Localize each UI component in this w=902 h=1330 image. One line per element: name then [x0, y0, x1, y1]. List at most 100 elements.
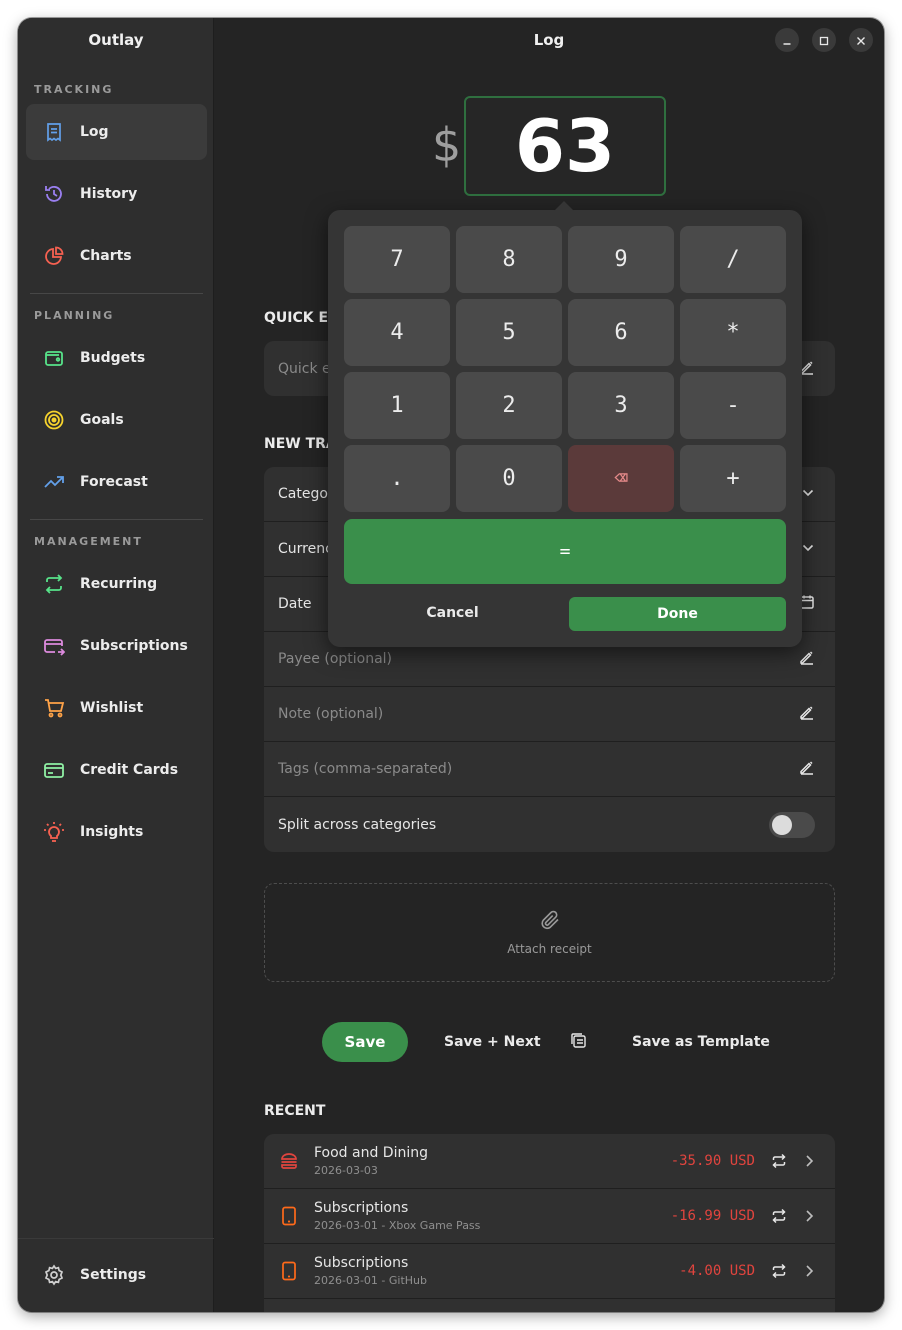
save-next-button[interactable]: Save + Next [444, 1022, 541, 1062]
template-icon-button[interactable] [570, 1022, 587, 1062]
sidebar-item-credit-cards[interactable]: Credit Cards [26, 742, 207, 798]
key-6[interactable]: 6 [568, 299, 674, 366]
cancel-button[interactable]: Cancel [344, 596, 561, 630]
key-divide[interactable]: / [680, 226, 786, 293]
repeat-icon[interactable] [771, 1153, 787, 1169]
list-item[interactable]: Food and Dining 2026-03-03 -35.90 USD [264, 1134, 835, 1189]
paperclip-icon [538, 908, 562, 936]
date-label: Date [278, 596, 312, 612]
main-content: Log $ 63 QUICK EN Quick e NEW TRA Catego… [214, 18, 884, 1312]
sidebar: Outlay TRACKING Log History Charts PLANN… [18, 18, 214, 1312]
maximize-icon [819, 31, 829, 50]
sidebar-title: Outlay [88, 31, 144, 49]
recent-amount: -35.90 USD [670, 1153, 755, 1169]
split-toggle[interactable] [769, 811, 815, 838]
sidebar-item-settings[interactable]: Settings [26, 1247, 207, 1303]
amount-display[interactable]: 63 [464, 96, 666, 196]
key-7[interactable]: 7 [344, 226, 450, 293]
save-button[interactable]: Save [322, 1022, 408, 1062]
maximize-button[interactable] [812, 28, 836, 52]
sidebar-item-label: Log [80, 124, 109, 140]
minimize-icon [782, 31, 792, 50]
key-1[interactable]: 1 [344, 372, 450, 439]
close-button[interactable] [849, 28, 873, 52]
key-2[interactable]: 2 [456, 372, 562, 439]
repeat-icon[interactable] [771, 1208, 787, 1224]
key-8[interactable]: 8 [456, 226, 562, 293]
sidebar-item-label: Insights [80, 824, 144, 840]
bulb-icon [42, 820, 66, 844]
sidebar-item-label: Subscriptions [80, 638, 188, 654]
payee-placeholder: Payee (optional) [278, 651, 393, 667]
chevron-down-icon [801, 540, 815, 559]
repeat-icon[interactable] [771, 1263, 787, 1279]
done-button[interactable]: Done [569, 597, 786, 631]
sidebar-item-label: Charts [80, 248, 132, 264]
section-label-planning: PLANNING [34, 309, 115, 322]
sidebar-item-label: History [80, 186, 138, 202]
section-label-management: MANAGEMENT [34, 535, 143, 548]
backspace-key[interactable]: ⌫ [568, 445, 674, 512]
sidebar-item-wishlist[interactable]: Wishlist [26, 680, 207, 736]
section-label-tracking: TRACKING [34, 83, 114, 96]
sidebar-item-charts[interactable]: Charts [26, 228, 207, 284]
key-0[interactable]: 0 [456, 445, 562, 512]
target-icon [42, 408, 66, 432]
sidebar-item-log[interactable]: Log [26, 104, 207, 160]
keypad-popover: 7 8 9 / 4 5 6 * 1 2 3 - . 0 ⌫ + = Cancel… [328, 201, 802, 647]
key-multiply[interactable]: * [680, 299, 786, 366]
minimize-button[interactable] [775, 28, 799, 52]
recent-heading: RECENT [264, 1103, 326, 1119]
sidebar-item-subscriptions[interactable]: Subscriptions [26, 618, 207, 674]
sidebar-footer: Settings [18, 1238, 214, 1312]
key-5[interactable]: 5 [456, 299, 562, 366]
equals-button[interactable]: = [344, 519, 786, 584]
split-label: Split across categories [278, 816, 437, 833]
sidebar-item-goals[interactable]: Goals [26, 392, 207, 448]
sidebar-divider [30, 519, 203, 520]
recent-list: Food and Dining 2026-03-03 -35.90 USD Su… [264, 1134, 835, 1312]
save-template-button[interactable]: Save as Template [632, 1022, 770, 1062]
close-icon [856, 31, 866, 50]
key-decimal[interactable]: . [344, 445, 450, 512]
sidebar-item-recurring[interactable]: Recurring [26, 556, 207, 612]
sidebar-item-label: Budgets [80, 350, 146, 366]
tags-input[interactable]: Tags (comma-separated) [264, 742, 835, 797]
recent-subtitle: 2026-03-01 - Xbox Game Pass [314, 1219, 481, 1232]
edit-icon [799, 704, 815, 724]
chevron-down-icon [801, 485, 815, 504]
phone-icon [278, 1261, 300, 1281]
note-placeholder: Note (optional) [278, 706, 384, 722]
list-item[interactable]: Subscriptions 2026-03-01 - Xbox Game Pas… [264, 1189, 835, 1244]
sidebar-item-label: Goals [80, 412, 124, 428]
cart-icon [42, 696, 66, 720]
sidebar-item-label: Credit Cards [80, 762, 179, 778]
tags-placeholder: Tags (comma-separated) [278, 761, 453, 777]
history-icon [42, 182, 66, 206]
recent-amount: -16.99 USD [670, 1208, 755, 1224]
key-subtract[interactable]: - [680, 372, 786, 439]
recent-subtitle: 2026-03-03 [314, 1164, 378, 1177]
sidebar-item-insights[interactable]: Insights [26, 804, 207, 860]
credit-card-icon [42, 758, 66, 782]
key-9[interactable]: 9 [568, 226, 674, 293]
list-item[interactable]: Subscriptions 2026-03-01 - GitHub -4.00 … [264, 1244, 835, 1299]
receipt-icon [42, 120, 66, 144]
chevron-right-icon [803, 1264, 815, 1278]
sidebar-item-budgets[interactable]: Budgets [26, 330, 207, 386]
key-4[interactable]: 4 [344, 299, 450, 366]
phone-icon [278, 1206, 300, 1226]
chevron-right-icon [803, 1154, 815, 1168]
pie-chart-icon [42, 244, 66, 268]
attach-receipt-dropzone[interactable]: Attach receipt [264, 883, 835, 982]
key-3[interactable]: 3 [568, 372, 674, 439]
recent-subtitle: 2026-03-01 - GitHub [314, 1274, 428, 1287]
sidebar-item-forecast[interactable]: Forecast [26, 454, 207, 510]
chevron-right-icon [803, 1209, 815, 1223]
trend-up-icon [42, 470, 66, 494]
key-add[interactable]: + [680, 445, 786, 512]
burger-icon [278, 1151, 300, 1171]
card-transfer-icon [42, 634, 66, 658]
note-input[interactable]: Note (optional) [264, 687, 835, 742]
sidebar-item-history[interactable]: History [26, 166, 207, 222]
